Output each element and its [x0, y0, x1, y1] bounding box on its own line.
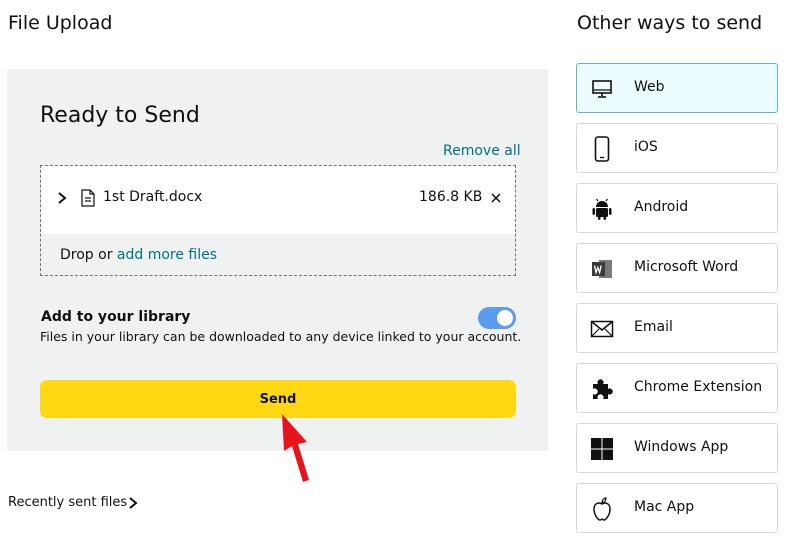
send-option-label: Android — [634, 199, 689, 215]
drop-hint: Drop or add more files — [60, 247, 217, 263]
phone-icon — [589, 136, 615, 162]
library-description: Files in your library can be downloaded … — [40, 329, 522, 344]
send-option-label: iOS — [634, 139, 658, 155]
library-title: Add to your library — [41, 309, 191, 325]
send-option-label: Web — [634, 79, 665, 95]
chevron-right-icon[interactable] — [55, 188, 69, 208]
send-option-mac-app[interactable]: Mac App — [576, 483, 778, 533]
ready-to-send-title: Ready to Send — [40, 103, 200, 128]
send-option-word[interactable]: Microsoft Word — [576, 243, 778, 293]
send-option-label: Mac App — [634, 499, 695, 515]
recently-sent-link[interactable]: Recently sent files — [8, 495, 127, 510]
envelope-icon — [589, 316, 615, 342]
apple-icon — [589, 496, 615, 522]
annotation-arrow-icon — [282, 414, 309, 482]
file-size: 186.8 KB — [419, 189, 483, 205]
send-option-email[interactable]: Email — [576, 303, 778, 353]
add-more-files-link[interactable]: add more files — [117, 247, 217, 263]
send-option-ios[interactable]: iOS — [576, 123, 778, 173]
android-icon — [589, 196, 615, 222]
send-option-android[interactable]: Android — [576, 183, 778, 233]
file-drop-zone[interactable]: 1st Draft.docx 186.8 KB Drop or add more… — [40, 165, 516, 276]
send-option-windows-app[interactable]: Windows App — [576, 423, 778, 473]
send-option-label: Email — [634, 319, 673, 335]
windows-icon — [589, 436, 615, 462]
library-toggle[interactable] — [478, 307, 516, 329]
send-option-web[interactable]: Web — [576, 63, 778, 113]
other-ways-heading: Other ways to send — [577, 12, 763, 34]
send-option-label: Microsoft Word — [634, 259, 739, 275]
word-icon — [589, 256, 615, 282]
file-name: 1st Draft.docx — [103, 189, 203, 205]
chevron-right-icon[interactable] — [127, 494, 139, 512]
remove-all-link[interactable]: Remove all — [443, 143, 521, 159]
send-option-chrome-extension[interactable]: Chrome Extension — [576, 363, 778, 413]
monitor-icon — [589, 76, 615, 102]
page-title: File Upload — [8, 12, 113, 34]
close-icon[interactable] — [489, 190, 503, 206]
send-option-label: Windows App — [634, 439, 729, 455]
toggle-knob — [497, 310, 513, 326]
document-icon — [81, 189, 95, 207]
send-option-label: Chrome Extension — [634, 379, 763, 395]
file-row: 1st Draft.docx 186.8 KB — [41, 166, 515, 234]
drop-prefix: Drop or — [60, 247, 117, 263]
puzzle-icon — [589, 376, 615, 402]
